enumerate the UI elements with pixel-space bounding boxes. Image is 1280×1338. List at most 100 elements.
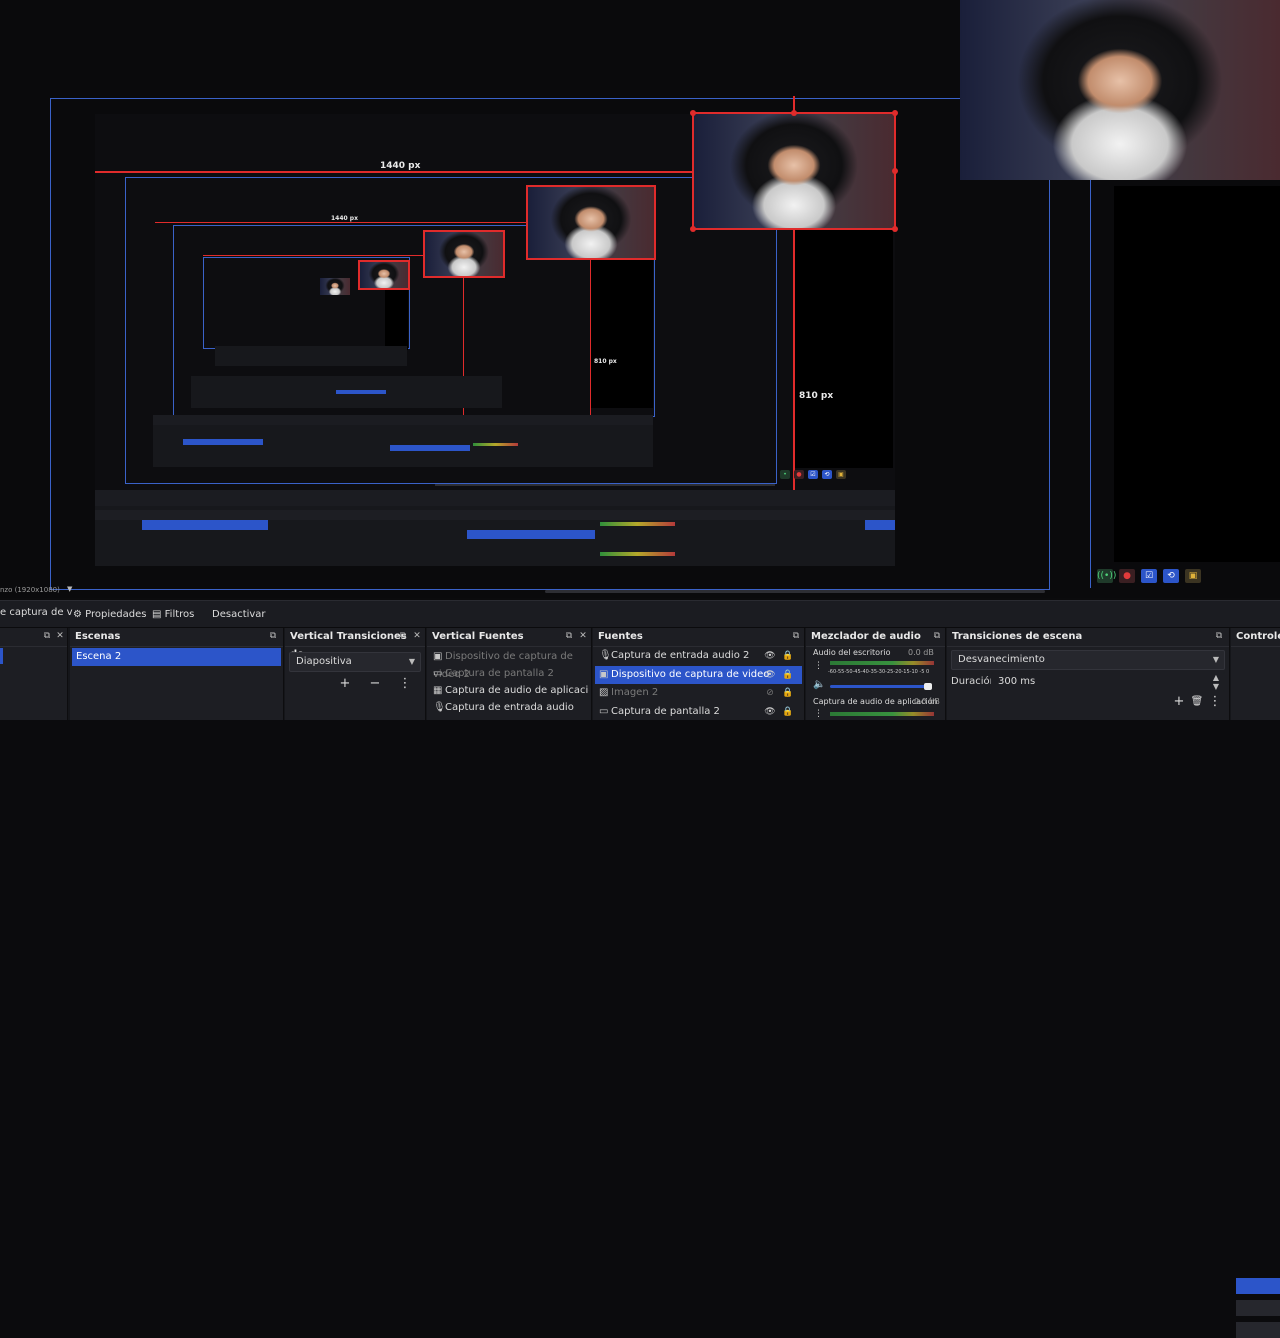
lock-icon[interactable]: 🔒	[782, 666, 794, 684]
audio-mixer-title: Mezclador de audio	[806, 628, 945, 647]
vertical-source-item[interactable]: ▭ Captura de pantalla 2	[429, 665, 589, 683]
preview-canvas[interactable]: 1440 px 810 px 1440 px 810 px nzo (1920x…	[0, 0, 1280, 598]
scenes-dock-title: Escenas	[70, 628, 283, 647]
record-icon[interactable]: ●	[1119, 569, 1135, 583]
nested-scrollbar	[435, 484, 775, 486]
float-icon[interactable]: ⧉	[42, 631, 52, 641]
mixer-menu-icon[interactable]: ⋮	[814, 661, 823, 671]
add-transition-button[interactable]: +	[337, 676, 353, 692]
lock-icon[interactable]: 🔒	[782, 684, 794, 702]
filters-button[interactable]: ▤ Filtros	[143, 604, 203, 626]
trash-icon[interactable]: 🗑	[1189, 694, 1205, 710]
vertical-transition-select[interactable]: Diapositiva ▼	[289, 652, 421, 672]
app-audio-icon: ▦	[433, 685, 443, 696]
nested-docks-2	[153, 415, 653, 467]
transition-select[interactable]: Desvanecimiento ▼	[951, 650, 1225, 670]
vertical-controls-bar: ((•)) ● ☑ ⟲ ▣	[1097, 569, 1201, 583]
vertical-output-area-3	[1114, 186, 1280, 562]
webcam-source-copy-1	[526, 185, 656, 260]
width-guide-line	[95, 171, 695, 173]
selected-source-name: e captura de v	[0, 607, 73, 618]
gear-icon: ⚙	[73, 609, 82, 620]
vertical-canvas-bounds	[1090, 180, 1091, 588]
chat-icon[interactable]: ▣	[1185, 569, 1201, 583]
record-icon: ●	[794, 470, 804, 479]
vertical-source-item[interactable]: 🎙Captura de entrada audio	[429, 699, 589, 717]
camera-icon: ▣	[433, 651, 443, 662]
duration-spinbox[interactable]: 300 ms ▲ ▼	[991, 672, 1225, 692]
source-item[interactable]: ▣ Dispositivo de captura de video 👁 🔒	[595, 666, 802, 684]
eye-icon[interactable]: 👁	[764, 666, 776, 684]
remove-transition-button[interactable]: −	[367, 676, 383, 692]
replay-icon: ⟲	[822, 470, 832, 479]
lock-icon[interactable]: 🔒	[782, 647, 794, 665]
properties-button[interactable]: ⚙ Propiedades	[64, 604, 155, 626]
menu-icon[interactable]: ⋮	[1207, 694, 1223, 710]
webcam-source-selected[interactable]	[690, 110, 898, 232]
eye-hidden-icon[interactable]: ⊘	[764, 684, 776, 702]
nested-docks-3	[191, 376, 502, 408]
spinner-icon[interactable]: ▲ ▼	[1213, 673, 1219, 691]
vertical-source-item[interactable]: ▦Captura de audio de aplicación (BETA	[429, 682, 589, 700]
virtual-camera-button[interactable]	[1236, 1322, 1280, 1338]
close-icon[interactable]: ✕	[412, 631, 422, 641]
width-guide-line-2	[155, 222, 530, 223]
eye-icon[interactable]: 👁	[764, 647, 776, 665]
mixer-menu-icon[interactable]: ⋮	[814, 709, 823, 719]
sources-title: Fuentes	[593, 628, 804, 647]
scene-transitions-dock: Transiciones de escena ⧉ Desvanecimiento…	[947, 628, 1230, 720]
scene-item[interactable]: Escena 2	[72, 648, 281, 666]
float-icon[interactable]: ⧉	[1214, 631, 1224, 641]
width-guide-line-3	[203, 255, 423, 256]
deactivate-button[interactable]: Desactivar	[203, 604, 275, 626]
close-icon[interactable]: ✕	[578, 631, 588, 641]
checklist-icon[interactable]: ☑	[1141, 569, 1157, 583]
replay-icon[interactable]: ⟲	[1163, 569, 1179, 583]
source-item[interactable]: ▨ Imagen 2 ⊘ 🔒	[595, 684, 802, 702]
source-toolbar: e captura de v ⚙ Propiedades ▤ Filtros D…	[0, 600, 1280, 627]
float-icon[interactable]: ⧉	[398, 631, 408, 641]
webcam-source-copy-2	[423, 230, 505, 278]
float-icon[interactable]: ⧉	[932, 631, 942, 641]
monitor-icon: ▭	[599, 706, 609, 717]
volume-slider-handle[interactable]	[924, 683, 932, 690]
close-icon[interactable]: ✕	[55, 631, 65, 641]
start-streaming-button[interactable]	[1236, 1278, 1280, 1294]
float-icon[interactable]: ⧉	[564, 631, 574, 641]
monitor-icon: ▭	[433, 668, 443, 679]
float-icon[interactable]: ⧉	[268, 631, 278, 641]
lock-icon[interactable]: 🔒	[782, 703, 794, 721]
width-dimension-label: 1440 px	[380, 161, 421, 171]
controls-title: Controles	[1231, 628, 1280, 647]
source-item[interactable]: 🎙Captura de entrada audio 2 👁 🔒	[595, 647, 802, 665]
start-recording-button[interactable]	[1236, 1300, 1280, 1316]
speaker-icon[interactable]: 🔈	[813, 679, 825, 690]
sources-dock: Fuentes ⧉ 🎙Captura de entrada audio 2 👁 …	[593, 628, 805, 720]
scene-transitions-title: Transiciones de escena	[947, 628, 1229, 647]
canvas-resolution-label: nzo (1920x1080)	[0, 586, 60, 594]
canvas-dropdown-icon[interactable]: ▼	[67, 585, 72, 593]
eye-icon[interactable]: 👁	[764, 703, 776, 721]
stream-icon[interactable]: ((•))	[1097, 569, 1116, 583]
channel-db: 0.0 dB	[914, 697, 940, 706]
height-dimension-label-small: 810 px	[594, 358, 617, 365]
webcam-source-copy-4	[320, 278, 350, 295]
source-item[interactable]: ▭ Captura de pantalla 2 👁 🔒	[595, 703, 802, 721]
volume-meter	[830, 712, 934, 716]
width-dimension-label-small: 1440 px	[331, 215, 358, 222]
webcam-live-feed	[960, 0, 1280, 180]
camera-icon: ▣	[599, 669, 609, 680]
vertical-output-area-4	[385, 288, 408, 350]
float-icon[interactable]: ⧉	[791, 631, 801, 641]
transition-menu-button[interactable]: ⋮	[397, 676, 413, 692]
volume-slider[interactable]	[830, 685, 932, 688]
vertical-sources-dock: Vertical Fuentes ⧉ ✕ ▣ Dispositivo de cap…	[427, 628, 592, 720]
filter-icon: ▤	[152, 609, 162, 620]
preview-scrollbar[interactable]	[545, 590, 1045, 593]
add-button[interactable]: +	[1171, 694, 1187, 710]
image-icon: ▨	[599, 687, 609, 698]
partial-selection	[0, 648, 3, 664]
controls-dock: Controles	[1231, 628, 1280, 720]
vertical-source-item[interactable]: ▣ Dispositivo de captura de video 2	[429, 648, 589, 680]
docks-area: ⧉ ✕ Escenas ⧉ Escena 2 Vertical Transici…	[0, 628, 1280, 1338]
